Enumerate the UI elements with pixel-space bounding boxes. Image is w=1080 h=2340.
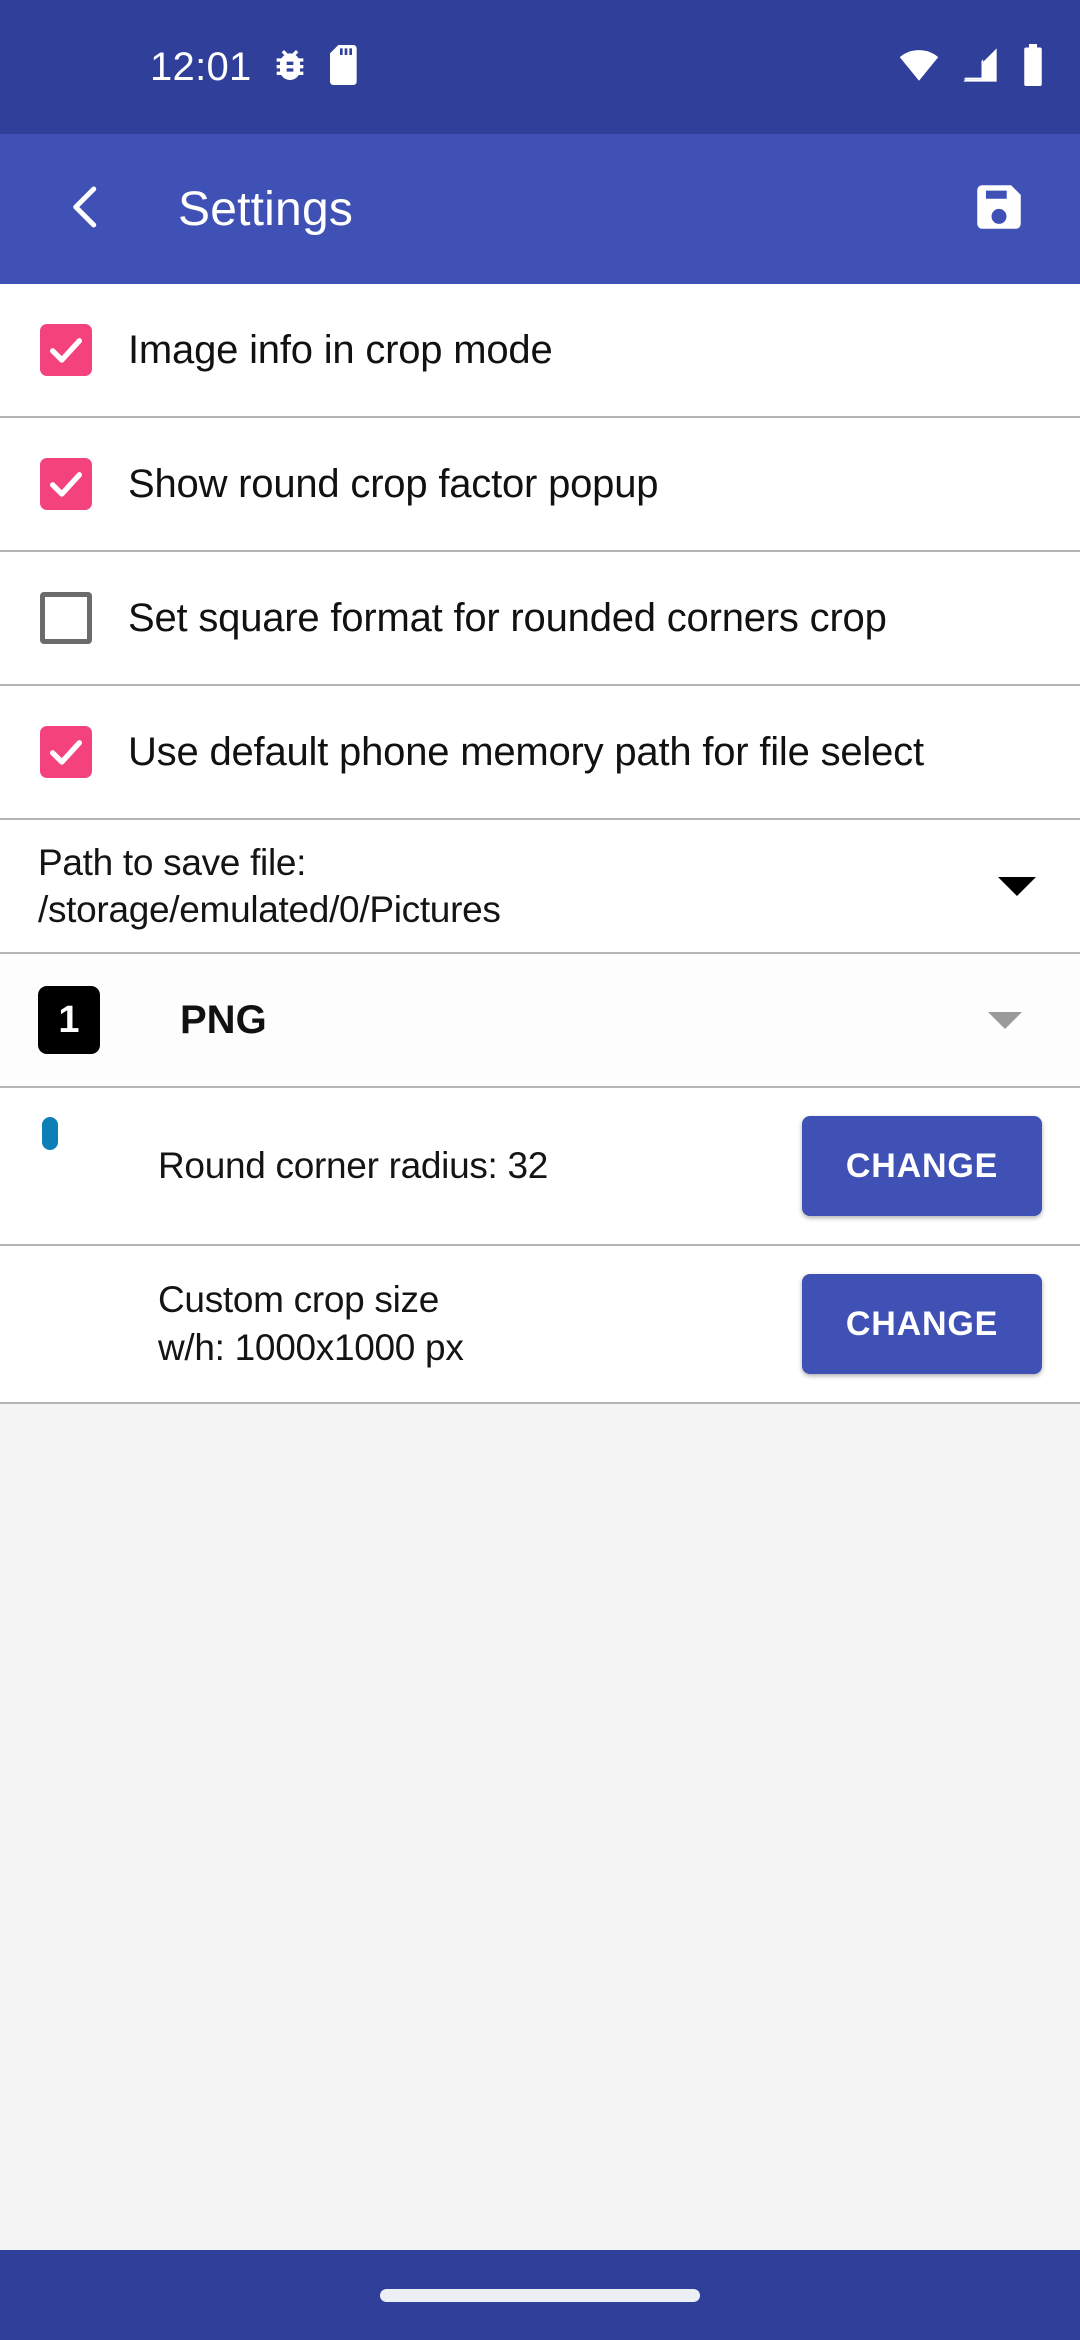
setting-row-round-crop-popup[interactable]: Show round crop factor popup: [0, 418, 1080, 552]
checkbox-round-crop-popup[interactable]: [40, 458, 92, 510]
back-chevron-icon: [60, 180, 114, 239]
setting-label-image-info: Image info in crop mode: [128, 327, 553, 372]
custom-crop-size-value: w/h: 1000x1000 px: [158, 1327, 464, 1368]
setting-label-round-crop-popup: Show round crop factor popup: [128, 461, 659, 506]
settings-list: Image info in crop mode Show round crop …: [0, 284, 1080, 1404]
change-round-corner-radius-button[interactable]: CHANGE: [802, 1116, 1042, 1216]
round-corner-radius-label: Round corner radius: 32: [158, 1144, 549, 1186]
setting-row-square-format[interactable]: Set square format for rounded corners cr…: [0, 552, 1080, 686]
status-bar-clock: 12:01: [150, 45, 252, 89]
rounded-rect-icon: [42, 1117, 124, 1207]
checkbox-image-info[interactable]: [40, 324, 92, 376]
setting-row-file-format[interactable]: 1 PNG: [0, 954, 1080, 1088]
status-bar: 12:01: [0, 0, 1080, 134]
save-button[interactable]: [956, 166, 1042, 252]
page-title: Settings: [178, 182, 354, 236]
format-dropdown[interactable]: [988, 1011, 1022, 1029]
checkbox-default-memory-path[interactable]: [40, 726, 92, 778]
gesture-nav-pill[interactable]: [380, 2288, 700, 2302]
format-value-label: PNG: [180, 997, 267, 1042]
checkbox-square-format[interactable]: [40, 592, 92, 644]
change-custom-crop-size-button[interactable]: CHANGE: [802, 1274, 1042, 1374]
setting-row-save-path[interactable]: Path to save file: /storage/emulated/0/P…: [0, 820, 1080, 954]
wifi-icon: [898, 44, 940, 91]
save-path-value: /storage/emulated/0/Pictures: [38, 889, 501, 930]
chevron-down-icon: [988, 1011, 1022, 1029]
phone-screen: 12:01 Settings Image info in crop mode S…: [0, 0, 1080, 2340]
battery-icon: [1020, 43, 1046, 91]
save-path-label: Path to save file:: [38, 841, 307, 883]
setting-row-custom-crop-size: Custom crop size w/h: 1000x1000 px CHANG…: [0, 1246, 1080, 1404]
status-bar-right: [898, 43, 1046, 91]
setting-row-round-corner-radius: Round corner radius: 32 CHANGE: [0, 1088, 1080, 1246]
gesture-nav-bar: [0, 2250, 1080, 2340]
back-button[interactable]: [44, 166, 130, 252]
sd-card-icon: [328, 44, 362, 90]
save-floppy-icon: [970, 178, 1028, 241]
setting-label-default-memory-path: Use default phone memory path for file s…: [128, 729, 924, 774]
setting-row-image-info[interactable]: Image info in crop mode: [0, 284, 1080, 418]
bug-icon: [270, 45, 310, 90]
app-bar: Settings: [0, 134, 1080, 284]
custom-crop-size-text-group: Custom crop size w/h: 1000x1000 px: [158, 1276, 464, 1372]
save-path-text-group: Path to save file: /storage/emulated/0/P…: [38, 839, 501, 934]
chevron-down-icon: [998, 876, 1036, 896]
custom-crop-size-label: Custom crop size: [158, 1278, 440, 1320]
setting-label-square-format: Set square format for rounded corners cr…: [128, 595, 887, 640]
diagonal-stripes-icon: [42, 1283, 124, 1365]
format-count-badge: 1: [38, 986, 100, 1054]
status-bar-left: 12:01: [0, 44, 362, 90]
cellular-signal-icon: [960, 44, 1000, 91]
setting-row-default-memory-path[interactable]: Use default phone memory path for file s…: [0, 686, 1080, 820]
save-path-dropdown[interactable]: [998, 876, 1036, 896]
